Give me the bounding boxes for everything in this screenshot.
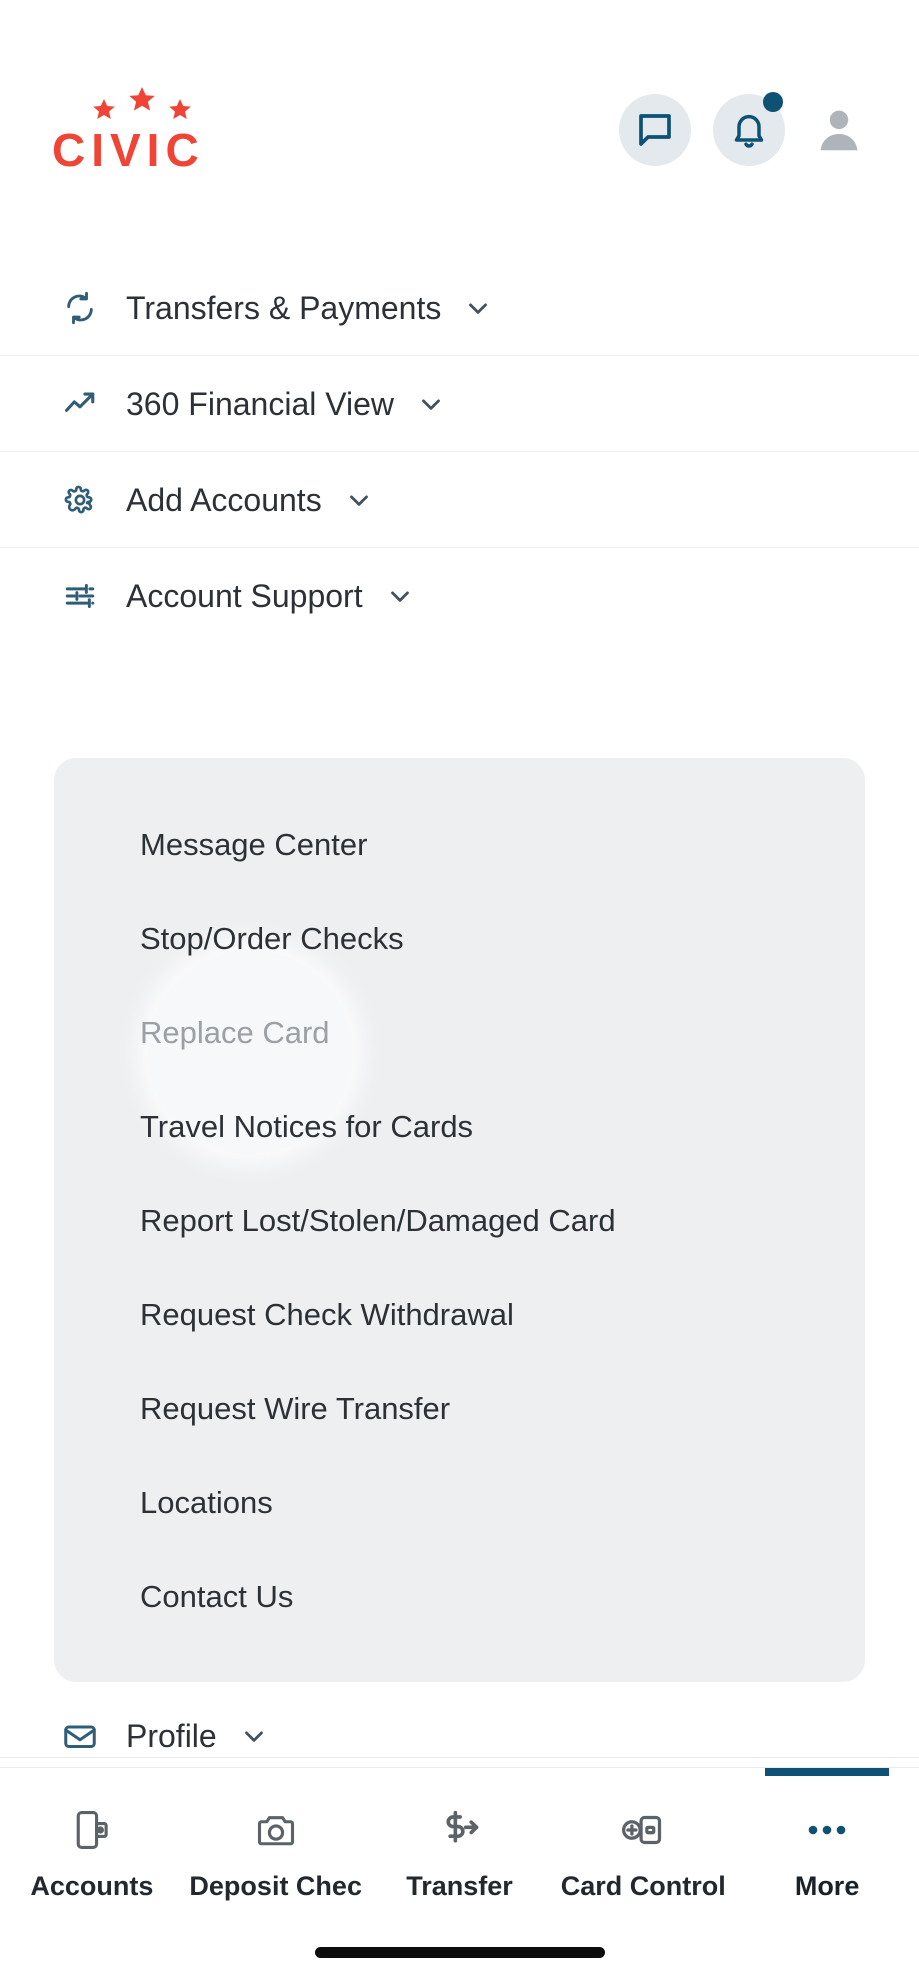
trending-up-icon	[60, 384, 100, 424]
message-center-button[interactable]	[619, 94, 691, 166]
notifications-button[interactable]	[713, 92, 785, 166]
envelope-icon	[60, 1716, 100, 1756]
sync-arrows-icon	[60, 288, 100, 328]
tab-label: Card Control	[560, 1871, 726, 1901]
tab-label: Deposit Chec	[189, 1871, 362, 1901]
tab-label: Transfer	[406, 1871, 513, 1901]
app-screen: CIVIC Transfers & Payments 360 Financial…	[0, 0, 919, 1980]
tab-transfer[interactable]: Transfer	[368, 1768, 552, 1928]
submenu-item-label: Locations	[140, 1485, 273, 1520]
submenu-item-locations[interactable]: Locations	[54, 1456, 865, 1550]
profile-avatar-button[interactable]	[807, 98, 871, 162]
chevron-down-icon	[416, 389, 446, 419]
chevron-down-icon	[463, 293, 493, 323]
content-bottom-divider	[0, 1757, 919, 1758]
submenu-item-label: Travel Notices for Cards	[140, 1109, 474, 1144]
home-indicator	[314, 1947, 605, 1958]
account-support-submenu-panel: Message Center Stop/Order Checks Replace…	[54, 758, 865, 1682]
submenu-item-label: Contact Us	[140, 1579, 294, 1614]
card-plus-icon	[620, 1802, 666, 1858]
submenu-item-report-lost-stolen-damaged-card[interactable]: Report Lost/Stolen/Damaged Card	[54, 1174, 865, 1268]
submenu-item-message-center[interactable]: Message Center	[54, 798, 865, 892]
submenu-item-stop-order-checks[interactable]: Stop/Order Checks	[54, 892, 865, 986]
logo-stars-icon	[93, 87, 191, 119]
chevron-down-icon	[385, 581, 415, 611]
submenu-item-label: Message Center	[140, 827, 368, 862]
nav-label: Add Accounts	[126, 481, 322, 518]
nav-label: Account Support	[126, 577, 363, 614]
tab-more[interactable]: More	[735, 1768, 919, 1928]
ellipsis-icon	[802, 1802, 852, 1858]
main-nav-list: Transfers & Payments 360 Financial View	[0, 260, 919, 643]
chevron-down-icon	[344, 485, 374, 515]
tab-label: Accounts	[30, 1871, 154, 1901]
nav-item-360-financial-view[interactable]: 360 Financial View	[0, 356, 919, 451]
submenu-item-replace-card[interactable]: Replace Card	[54, 986, 865, 1080]
sliders-tune-icon	[60, 576, 100, 616]
submenu-item-label: Stop/Order Checks	[140, 921, 404, 956]
nav-label: 360 Financial View	[126, 385, 395, 422]
gear-icon	[60, 480, 100, 520]
submenu-item-request-check-withdrawal[interactable]: Request Check Withdrawal	[54, 1268, 865, 1362]
nav-item-add-accounts[interactable]: Add Accounts	[0, 452, 919, 547]
bell-icon	[734, 114, 764, 148]
submenu-item-label: Replace Card	[140, 1015, 330, 1050]
civic-logo[interactable]: CIVIC	[52, 85, 232, 175]
tab-card-controls[interactable]: Card Control	[551, 1768, 735, 1928]
submenu-item-contact-us[interactable]: Contact Us	[54, 1550, 865, 1644]
camera-icon	[254, 1802, 298, 1858]
submenu-item-label: Request Check Withdrawal	[140, 1297, 514, 1332]
tab-accounts[interactable]: Accounts	[0, 1768, 184, 1928]
nav-item-account-support[interactable]: Account Support	[0, 548, 919, 643]
logo-wordmark: CIVIC	[52, 124, 205, 176]
dollar-arrow-icon	[436, 1802, 482, 1858]
nav-item-transfers-payments[interactable]: Transfers & Payments	[0, 260, 919, 355]
submenu-item-label: Request Wire Transfer	[140, 1391, 451, 1426]
submenu-item-request-wire-transfer[interactable]: Request Wire Transfer	[54, 1362, 865, 1456]
phone-wallet-icon	[70, 1802, 114, 1858]
chat-bubble-icon	[639, 114, 671, 146]
nav-label: Transfers & Payments	[126, 289, 442, 326]
person-avatar-icon	[820, 110, 858, 151]
header-actions	[619, 92, 871, 166]
submenu-item-label: Report Lost/Stolen/Damaged Card	[140, 1203, 616, 1238]
app-header: CIVIC	[0, 0, 919, 260]
submenu-item-travel-notices-for-cards[interactable]: Travel Notices for Cards	[54, 1080, 865, 1174]
active-tab-indicator	[765, 1768, 890, 1776]
nav-label: Profile	[126, 1717, 217, 1754]
chevron-down-icon	[239, 1721, 269, 1751]
notification-badge-dot	[763, 92, 783, 112]
tab-deposit-check[interactable]: Deposit Chec	[184, 1768, 368, 1928]
tab-label: More	[794, 1871, 860, 1901]
